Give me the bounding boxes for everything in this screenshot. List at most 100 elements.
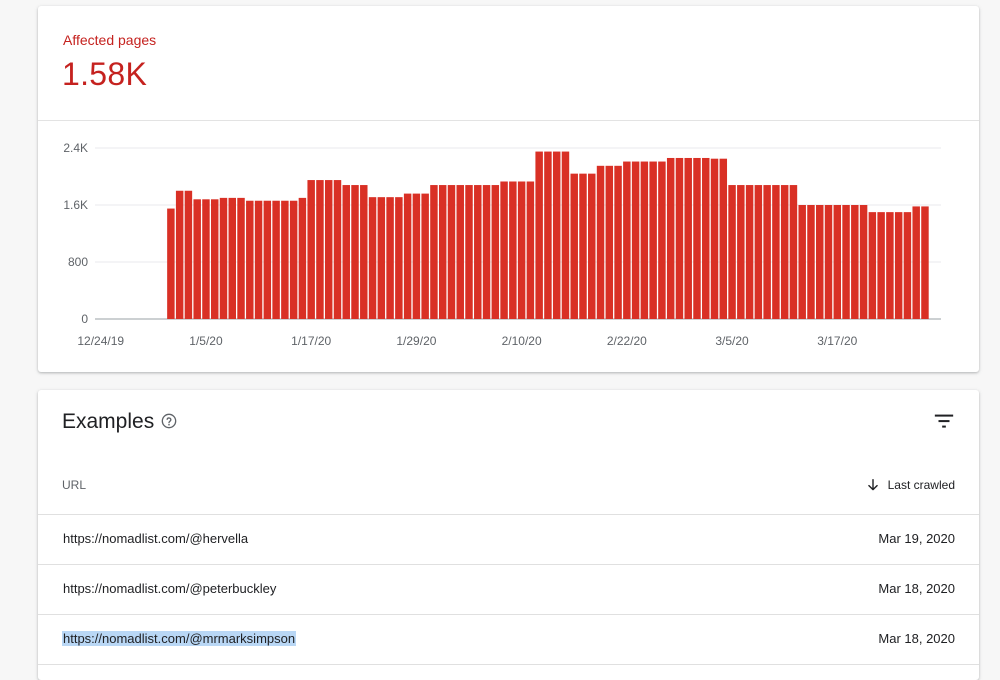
chart-bar[interactable] [509, 181, 517, 319]
column-header-url[interactable]: URL [62, 478, 86, 492]
chart-bar[interactable] [807, 205, 815, 319]
chart-bar[interactable] [588, 173, 596, 319]
chart-bar[interactable] [859, 205, 868, 319]
chart-bar[interactable] [281, 200, 289, 319]
column-header-last-crawled[interactable]: Last crawled [866, 478, 955, 492]
chart-bar[interactable] [596, 165, 605, 319]
chart-bar[interactable] [886, 212, 894, 320]
chart-bar[interactable] [894, 212, 903, 320]
chart-bar[interactable] [237, 197, 245, 320]
chart-bar[interactable] [772, 185, 780, 319]
chart-bar[interactable] [649, 161, 657, 319]
row-last-crawled: Mar 18, 2020 [878, 631, 955, 646]
chart-bar[interactable] [816, 205, 824, 319]
chart-bar[interactable] [202, 199, 210, 319]
table-row[interactable]: https://nomadlist.com/@peterbuckley Mar … [38, 565, 979, 615]
chart-bar[interactable] [684, 157, 692, 319]
chart-bar[interactable] [438, 185, 447, 319]
chart-bar[interactable] [184, 190, 193, 319]
chart-bar[interactable] [298, 197, 307, 320]
row-url[interactable]: https://nomadlist.com/@peterbuckley [62, 581, 277, 596]
chart-bar[interactable] [728, 185, 736, 319]
chart-bar[interactable] [386, 197, 394, 319]
chart-bar[interactable] [824, 205, 833, 319]
chart-bar[interactable] [403, 193, 412, 319]
chart-bar[interactable] [579, 173, 587, 319]
chart-bar[interactable] [254, 200, 263, 319]
chart-bar[interactable] [561, 151, 570, 319]
y-tick-label: 2.4K [63, 141, 88, 155]
chart-bar[interactable] [351, 185, 359, 319]
chart-bar[interactable] [921, 206, 929, 319]
chart-bar[interactable] [228, 197, 236, 320]
chart-bar[interactable] [307, 180, 315, 319]
chart-bar[interactable] [544, 151, 552, 319]
chart-bar[interactable] [851, 205, 859, 319]
chart-bar[interactable] [570, 173, 578, 319]
table-row[interactable]: https://nomadlist.com/@hervella Mar 19, … [38, 515, 979, 565]
chart-bar[interactable] [737, 185, 745, 319]
chart-bar[interactable] [903, 212, 912, 320]
chart-bar[interactable] [517, 181, 526, 319]
chart-bar[interactable] [614, 165, 622, 319]
chart-bar[interactable] [395, 197, 403, 319]
row-url-selected[interactable]: https://nomadlist.com/@mrmarksimpson [62, 631, 297, 646]
chart-bar[interactable] [719, 158, 728, 319]
chart-bar[interactable] [412, 193, 421, 319]
filter-list-icon[interactable] [933, 410, 955, 432]
chart-bar[interactable] [474, 185, 482, 319]
chart-bar[interactable] [745, 185, 754, 319]
chart-bar[interactable] [658, 161, 666, 319]
chart-bar[interactable] [710, 158, 719, 319]
chart-bar[interactable] [640, 161, 649, 319]
help-circle-icon[interactable] [161, 413, 177, 429]
chart-bar[interactable] [465, 185, 473, 319]
row-url[interactable]: https://nomadlist.com/@hervella [62, 531, 249, 546]
chart-bar[interactable] [605, 165, 614, 319]
chart-bar[interactable] [333, 180, 342, 319]
chart-bar[interactable] [877, 212, 885, 320]
chart-bar[interactable] [430, 185, 438, 319]
chart-bar[interactable] [316, 180, 324, 319]
chart-bar[interactable] [175, 190, 184, 319]
chart-bar[interactable] [324, 180, 333, 319]
chart-bar[interactable] [377, 197, 386, 319]
chart-bar[interactable] [763, 185, 771, 319]
chart-bar[interactable] [246, 200, 254, 319]
chart-bar[interactable] [526, 181, 535, 319]
chart-bar[interactable] [360, 185, 368, 319]
chart-bar[interactable] [263, 200, 272, 319]
chart-bar[interactable] [833, 205, 842, 319]
chart-bar[interactable] [421, 193, 429, 319]
chart-bar[interactable] [491, 185, 500, 319]
chart-bar[interactable] [798, 205, 806, 319]
chart-bar[interactable] [482, 185, 491, 319]
chart-bar[interactable] [666, 157, 675, 319]
chart-bar[interactable] [272, 200, 280, 319]
chart-bar[interactable] [780, 185, 789, 319]
chart-bar[interactable] [552, 151, 561, 319]
chart-bar[interactable] [368, 197, 377, 319]
chart-bar[interactable] [631, 161, 640, 319]
chart-bar[interactable] [702, 157, 710, 319]
chart-bar[interactable] [500, 181, 508, 319]
chart-bar[interactable] [535, 151, 543, 319]
chart-bar[interactable] [912, 206, 920, 319]
chart-bar[interactable] [167, 208, 175, 319]
chart-bar[interactable] [342, 185, 350, 319]
chart-bar[interactable] [289, 200, 298, 319]
chart-bar[interactable] [675, 157, 684, 319]
chart-bar[interactable] [623, 161, 631, 319]
chart-bar[interactable] [754, 185, 763, 319]
chart-bar[interactable] [693, 157, 701, 319]
chart-bar[interactable] [219, 197, 228, 320]
chart-bar[interactable] [868, 212, 877, 320]
chart-bar[interactable] [456, 185, 464, 319]
chart-bar[interactable] [447, 185, 456, 319]
affected-pages-card: Affected pages 1.58K 0 800 1.6K 2.4K 12/24/1… [38, 6, 979, 372]
table-row[interactable]: https://nomadlist.com/@mrmarksimpson Mar… [38, 615, 979, 665]
chart-bar[interactable] [210, 199, 219, 319]
chart-bar[interactable] [193, 199, 201, 319]
chart-bar[interactable] [789, 185, 798, 319]
chart-bar[interactable] [842, 205, 850, 319]
